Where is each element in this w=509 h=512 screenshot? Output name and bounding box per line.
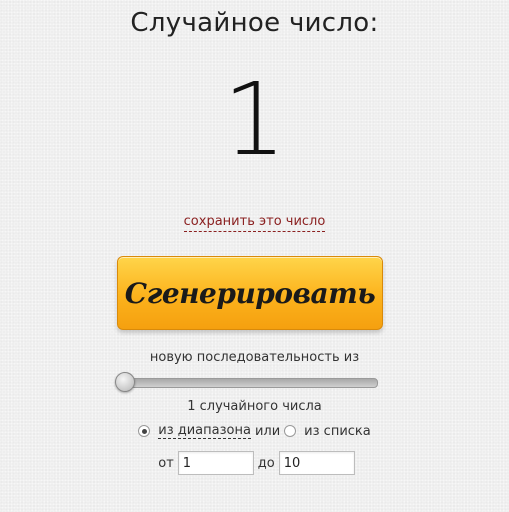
sequence-label: новую последовательность из <box>149 350 360 365</box>
from-label: от <box>158 455 174 471</box>
or-label: или <box>254 423 281 439</box>
range-mode-radio[interactable] <box>138 425 151 437</box>
generate-button-label: Сгенерировать <box>124 276 376 310</box>
count-slider-handle[interactable] <box>115 372 135 392</box>
mode-selector: из диапазона или из списка <box>0 423 509 439</box>
list-mode-radio[interactable] <box>284 425 297 437</box>
random-number-display: 1 <box>222 61 287 178</box>
list-mode-label[interactable]: из списка <box>304 424 371 439</box>
range-inputs: от до <box>0 451 509 475</box>
range-mode-label[interactable]: из диапазона <box>158 423 251 439</box>
to-label: до <box>257 455 275 471</box>
page-title: Случайное число: <box>130 8 379 38</box>
count-slider-track[interactable] <box>122 378 378 388</box>
save-number-link[interactable]: сохранить это число <box>183 214 326 232</box>
range-to-input[interactable] <box>278 451 355 475</box>
range-from-input[interactable] <box>177 451 254 475</box>
save-number-link-wrapper: сохранить это число <box>0 214 509 232</box>
count-label: 1 случайного числа <box>187 399 322 414</box>
generate-button[interactable]: Сгенерировать <box>117 256 383 330</box>
